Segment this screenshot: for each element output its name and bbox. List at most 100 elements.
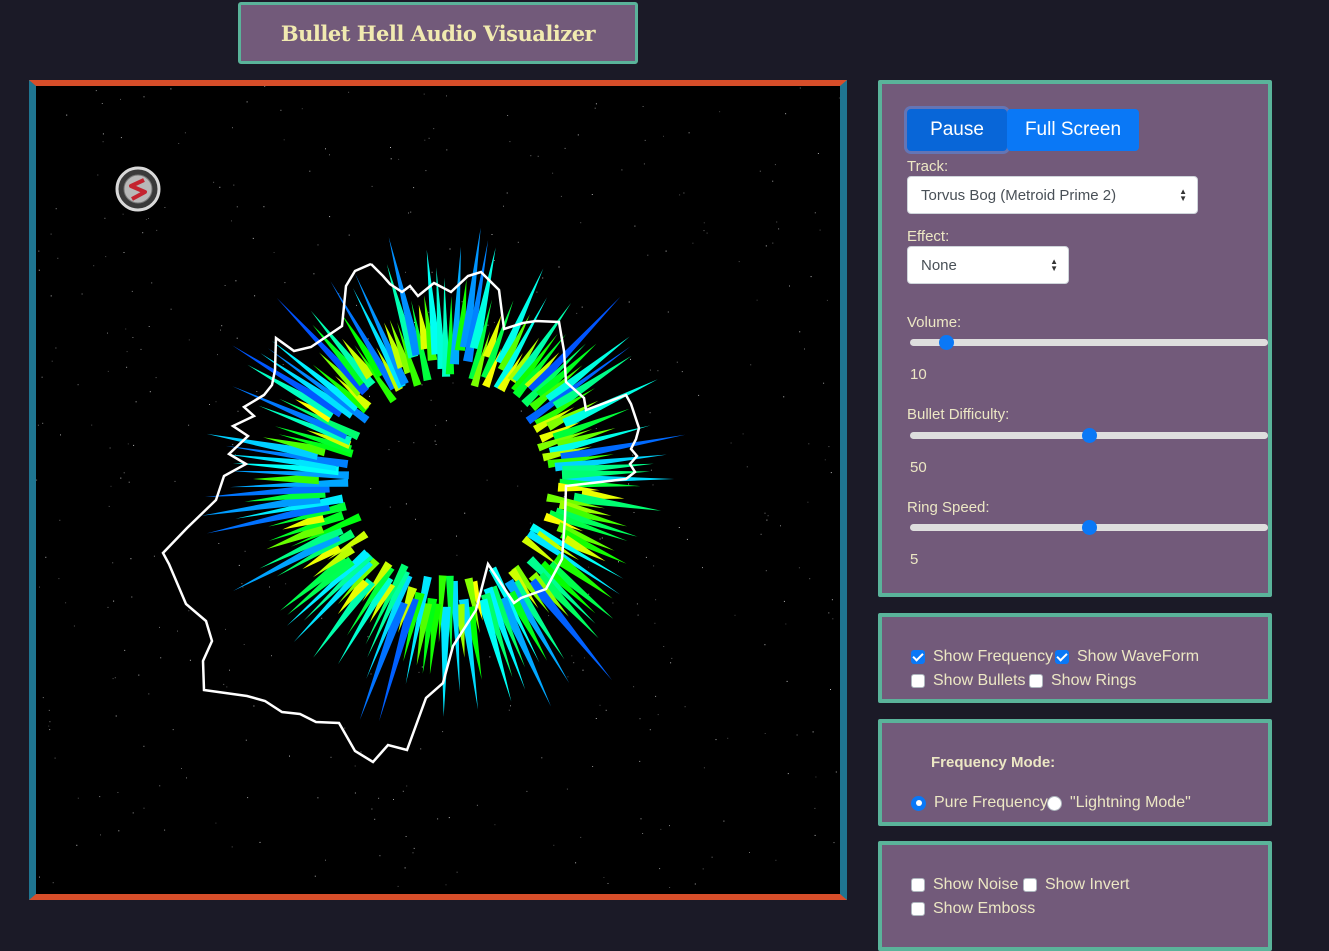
- volume-label: Volume:: [907, 314, 962, 331]
- star: [412, 852, 414, 854]
- visualizer-canvas[interactable]: [29, 80, 847, 900]
- checkbox-box[interactable]: [1029, 674, 1043, 688]
- pure-frequency-radio[interactable]: Pure Frequency: [911, 794, 1048, 812]
- track-select[interactable]: Torvus Bog (Metroid Prime 2) ▲ ▼: [907, 176, 1198, 214]
- star: [815, 776, 817, 778]
- show-bullets-label: Show Bullets: [933, 672, 1026, 689]
- show-waveform-checkbox[interactable]: Show WaveForm: [1055, 648, 1199, 666]
- display-options-panel: Show Frequency Show WaveForm Show Bullet…: [878, 613, 1272, 703]
- pause-button[interactable]: Pause: [907, 109, 1007, 151]
- star: [494, 824, 496, 826]
- star: [271, 655, 272, 657]
- show-invert-checkbox[interactable]: Show Invert: [1023, 876, 1129, 894]
- star: [508, 709, 510, 711]
- checkbox-box[interactable]: [911, 902, 925, 916]
- star: [595, 103, 597, 105]
- star: [405, 271, 406, 273]
- star: [445, 420, 447, 422]
- star: [838, 97, 840, 99]
- show-rings-checkbox[interactable]: Show Rings: [1029, 672, 1136, 690]
- star: [780, 525, 781, 527]
- star: [491, 234, 493, 235]
- star: [42, 422, 44, 424]
- star: [97, 174, 99, 176]
- fullscreen-button[interactable]: Full Screen: [1007, 109, 1139, 151]
- star: [812, 731, 814, 733]
- radio-dot[interactable]: [911, 795, 926, 811]
- star: [413, 442, 415, 444]
- star: [688, 132, 690, 134]
- frequency-mode-heading: Frequency Mode:: [931, 754, 1056, 771]
- star: [145, 219, 147, 220]
- star: [669, 825, 670, 827]
- star: [783, 600, 785, 602]
- effect-select[interactable]: None ▲ ▼: [907, 246, 1069, 284]
- show-waveform-label: Show WaveForm: [1077, 648, 1200, 665]
- star: [452, 382, 454, 384]
- checkbox-box[interactable]: [1023, 878, 1037, 892]
- star: [309, 170, 311, 172]
- star: [42, 697, 44, 699]
- star: [107, 370, 109, 372]
- star: [431, 271, 433, 273]
- show-noise-checkbox[interactable]: Show Noise: [911, 876, 1018, 894]
- star: [517, 241, 519, 243]
- volume-slider-thumb[interactable]: [938, 335, 954, 350]
- star: [133, 444, 135, 446]
- star: [218, 543, 220, 544]
- star: [424, 139, 426, 141]
- star: [112, 562, 114, 564]
- star: [663, 646, 665, 647]
- star: [55, 347, 57, 349]
- show-frequency-checkbox[interactable]: Show Frequency: [911, 648, 1053, 666]
- star: [464, 512, 466, 514]
- star: [808, 443, 810, 445]
- show-bullets-checkbox[interactable]: Show Bullets: [911, 672, 1026, 690]
- show-emboss-checkbox[interactable]: Show Emboss: [911, 900, 1035, 918]
- star: [37, 424, 39, 426]
- star: [123, 252, 125, 253]
- star: [706, 232, 708, 234]
- star: [461, 301, 463, 303]
- star: [681, 371, 683, 373]
- star: [159, 626, 160, 628]
- checkbox-box[interactable]: [911, 650, 925, 664]
- star: [588, 593, 590, 595]
- difficulty-slider[interactable]: [910, 427, 1268, 443]
- ring-speed-slider-thumb[interactable]: [1082, 520, 1097, 535]
- checkbox-box[interactable]: [911, 878, 925, 892]
- star: [237, 410, 239, 412]
- star: [826, 299, 828, 301]
- radio-dot[interactable]: [1047, 795, 1062, 811]
- difficulty-slider-thumb[interactable]: [1082, 428, 1097, 443]
- star: [301, 108, 303, 110]
- star: [388, 449, 390, 451]
- star: [54, 757, 56, 759]
- star: [247, 797, 249, 799]
- star: [798, 567, 800, 569]
- checkbox-box[interactable]: [1055, 650, 1069, 664]
- star: [734, 614, 736, 616]
- ring-speed-value: 5: [910, 551, 919, 568]
- star: [418, 671, 420, 673]
- lightning-mode-radio[interactable]: "Lightning Mode": [1047, 794, 1191, 812]
- star: [489, 656, 491, 658]
- star: [405, 503, 407, 505]
- checkbox-box[interactable]: [911, 674, 925, 688]
- star: [580, 836, 582, 838]
- star: [711, 856, 713, 858]
- star: [314, 875, 316, 877]
- star: [148, 326, 150, 327]
- star: [160, 657, 162, 659]
- star: [397, 885, 399, 887]
- star: [252, 237, 254, 239]
- star: [765, 245, 767, 247]
- star: [486, 479, 488, 481]
- ring-speed-slider[interactable]: [910, 519, 1268, 535]
- star: [430, 399, 432, 401]
- star: [703, 222, 705, 224]
- volume-slider[interactable]: [910, 334, 1268, 350]
- star: [81, 293, 83, 295]
- star: [256, 391, 258, 392]
- star: [259, 841, 261, 843]
